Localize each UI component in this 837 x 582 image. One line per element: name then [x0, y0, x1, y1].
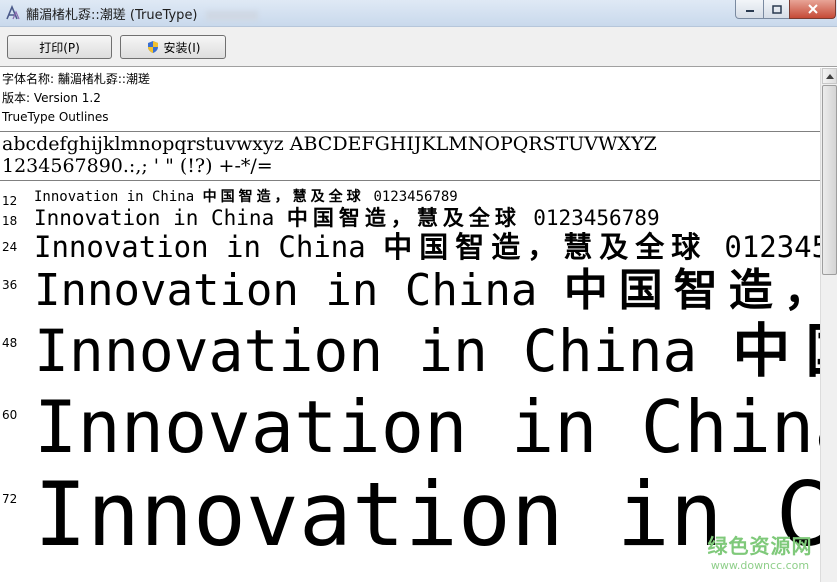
scroll-up-icon: [825, 73, 834, 79]
scrollbar-thumb[interactable]: [822, 85, 837, 275]
close-icon: [807, 4, 818, 14]
uac-shield-icon: [147, 41, 158, 53]
maximize-icon: [771, 4, 782, 14]
watermark-url: www.downcc.com: [710, 559, 810, 572]
sample-size-label: 24: [2, 240, 18, 254]
sample-row: 12 Innovation in China 中国智造，慧及全球 01234567…: [0, 186, 820, 208]
sample-row: 24Innovation in China 中国智造，慧及全球 01234567…: [0, 224, 820, 264]
window-title: 黼湄楮札孬::潮瑳 (TrueType): [26, 4, 258, 23]
sample-size-label: 60: [2, 408, 18, 422]
font-viewer-icon: [6, 5, 20, 20]
install-button[interactable]: 安装(I): [120, 35, 226, 59]
minimize-button[interactable]: [735, 0, 764, 19]
divider: [0, 131, 820, 132]
divider: [0, 180, 820, 181]
font-version-line: 版本: Version 1.2: [2, 91, 101, 105]
close-button[interactable]: [789, 0, 836, 19]
vertical-scrollbar[interactable]: [820, 68, 837, 582]
sample-row: 60Innovation in China 中国智造，慧及全球 01234567…: [0, 368, 820, 469]
sample-row: 18 Innovation in China 中国智造，慧及全球 01234567…: [0, 202, 820, 230]
sample-size-label: 48: [2, 336, 18, 350]
title-blur: [205, 10, 258, 21]
charset-line-letters: abcdefghijklmnopqrstuvwxyz ABCDEFGHIJKLM…: [2, 133, 657, 155]
sample-size-label: 72: [2, 492, 18, 506]
sample-row: 36Innovation in China 中国智造，慧及全球 01234567…: [0, 254, 820, 316]
sample-row: 48Innovation in China 中国智造，慧及全球 01234567…: [0, 304, 820, 385]
sample-size-label: 36: [2, 278, 18, 292]
minimize-icon: [745, 10, 754, 12]
window-title-text: 黼湄楮札孬::潮瑳 (TrueType): [26, 8, 198, 23]
font-name-line: 字体名称: 黼湄楮札孬::潮瑳: [2, 72, 150, 86]
print-button-label: 打印(P): [39, 40, 80, 55]
maximize-button[interactable]: [763, 0, 790, 19]
font-outline-line: TrueType Outlines: [2, 110, 109, 124]
sample-row: 72Innovation in China 中国智造，慧及全球 01234567…: [0, 444, 820, 566]
watermark: 绿色资源网 www.downcc.com: [700, 530, 820, 572]
font-preview-area: 字体名称: 黼湄楮札孬::潮瑳 版本: Version 1.2 TrueType…: [0, 68, 820, 582]
toolbar: 打印(P) 安装(I): [0, 27, 837, 67]
install-button-label: 安装(I): [163, 40, 201, 55]
watermark-text: 绿色资源网: [707, 534, 813, 558]
charset-line-symbols: 1234567890.:,; ' " (!?) +-*/=: [2, 155, 273, 177]
scroll-up-button[interactable]: [822, 68, 837, 84]
print-button[interactable]: 打印(P): [7, 35, 112, 59]
title-bar: 黼湄楮札孬::潮瑳 (TrueType): [0, 0, 837, 27]
